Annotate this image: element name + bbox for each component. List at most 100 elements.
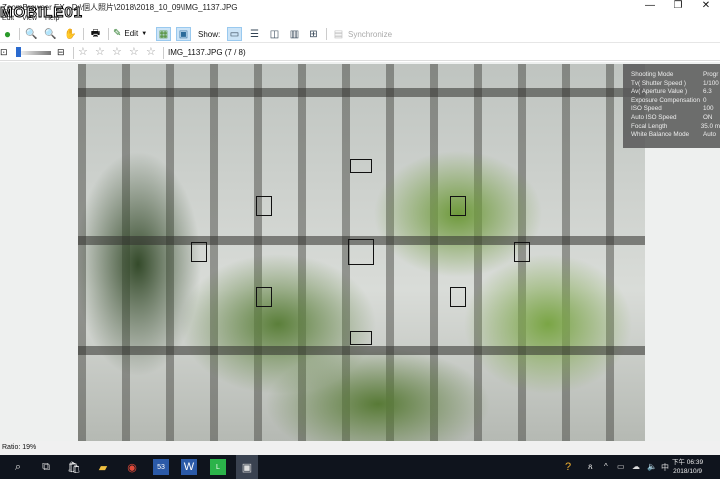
info-row: Focal Length 35.0 m [631, 123, 720, 132]
menu-help[interactable]: Help [45, 15, 59, 22]
store-icon[interactable]: 🛍 [66, 459, 82, 475]
layout-two-column-icon[interactable]: ◫ [267, 27, 282, 41]
zoom-slider-track[interactable] [21, 51, 51, 55]
ime-indicator[interactable]: 中 [661, 462, 669, 473]
af-point [256, 196, 272, 216]
layout-horizontal-icon[interactable]: ☰ [247, 27, 262, 41]
task-view-icon[interactable]: ⧉ [38, 459, 54, 475]
chevron-up-icon[interactable]: ^ [604, 462, 608, 471]
line-icon[interactable]: L [210, 459, 226, 475]
info-value: 100 [703, 105, 714, 113]
menu-bar: Edit View Help [0, 15, 720, 25]
maximize-button[interactable]: ❐ [664, 0, 692, 14]
separator [163, 47, 164, 59]
layout-single-icon[interactable]: ▭ [227, 27, 242, 41]
separator [326, 28, 327, 40]
file-label: IMG_1137.JPG (7 / 8) [168, 48, 246, 57]
app-badge: 53 [157, 463, 165, 471]
chrome-icon[interactable]: ◉ [124, 459, 140, 475]
zoombrowser-icon[interactable]: ▣ [236, 455, 258, 479]
secondary-toolbar: ⊡ ⊟ ☆ ☆ ☆ ☆ ☆ IMG_1137.JPG (7 / 8) [0, 44, 720, 61]
info-value: Progr [703, 71, 719, 78]
info-key: Shooting Mode [631, 71, 674, 78]
menu-edit[interactable]: Edit [2, 15, 14, 22]
info-value: ON [703, 113, 713, 121]
rating-star-5[interactable]: ☆ [146, 45, 156, 58]
zoom-fit-icon[interactable]: ⊡ [0, 47, 8, 58]
close-button[interactable]: ✕ [692, 0, 720, 14]
onedrive-icon[interactable]: ☁ [632, 462, 640, 471]
info-row: Tv( Shutter Speed ) 1/100 [631, 80, 720, 89]
separator [73, 47, 74, 59]
tablet-icon[interactable]: ▭ [617, 462, 625, 471]
layout-quad-icon[interactable]: ⊞ [306, 27, 321, 41]
edit-button[interactable]: ✎ Edit ▼ [113, 28, 147, 39]
hand-icon[interactable]: ✋ [63, 27, 78, 41]
layout-three-column-icon[interactable]: ▥ [287, 27, 302, 41]
info-key: White Balance Mode [631, 131, 690, 139]
af-point-center [348, 239, 374, 265]
fence-bar [78, 88, 645, 97]
edit-icon: ✎ [113, 28, 122, 39]
rating-star-1[interactable]: ☆ [78, 45, 88, 58]
view-mode-compare-icon[interactable]: ▦ [156, 27, 171, 41]
shooting-info-panel: Shooting Mode Progr Tv( Shutter Speed ) 1/… [623, 64, 720, 148]
af-point [350, 331, 372, 345]
info-row: ISO Speed 100 [631, 105, 720, 114]
edit-label: Edit [124, 29, 139, 38]
clock-date: 2018/10/9 [673, 468, 702, 475]
info-row: Auto ISO Speed ON [631, 114, 720, 123]
view-mode-single-icon[interactable]: ▣ [176, 27, 191, 41]
af-point [450, 196, 466, 216]
status-bar: Ratio: 19% [0, 441, 720, 455]
info-value: 1/100 [703, 79, 719, 87]
info-key: ISO Speed [631, 105, 662, 113]
volume-icon[interactable]: 🔈 [647, 462, 657, 471]
af-point [350, 159, 372, 173]
people-icon[interactable]: ጸ [588, 462, 593, 472]
go-icon[interactable]: ● [0, 27, 15, 41]
photo [78, 64, 645, 441]
info-key: Exposure Compensation [631, 96, 700, 104]
word-icon[interactable]: W [181, 459, 197, 475]
actual-size-icon[interactable]: ⊟ [57, 47, 65, 58]
separator [108, 28, 109, 40]
af-point [256, 287, 272, 307]
main-toolbar: ● 🔍 🔍 ✋ 🖶 ✎ Edit ▼ ▦ ▣ Show: ▭ ☰ ◫ ▥ ⊞ ▤… [0, 25, 720, 43]
minimize-button[interactable]: — [636, 0, 664, 14]
file-explorer-icon[interactable]: ▰ [95, 459, 111, 475]
info-value: Auto [703, 131, 716, 139]
info-row: Shooting Mode Progr [631, 71, 720, 80]
rating-star-3[interactable]: ☆ [112, 45, 122, 58]
app-icon[interactable]: 53 [153, 459, 169, 475]
title-bar: ZoomBrowser EX - D:\個人照片\2018\2018_10_09… [0, 0, 720, 22]
fence-bar [78, 346, 645, 355]
search-icon[interactable]: ⌕ [10, 459, 26, 475]
help-icon[interactable]: ? [560, 459, 576, 475]
rating-star-4[interactable]: ☆ [129, 45, 139, 58]
info-key: Focal Length [631, 122, 668, 130]
af-point [450, 287, 466, 307]
info-row: Av( Aperture Value ) 6.3 [631, 88, 720, 97]
chevron-down-icon: ▼ [141, 30, 148, 37]
info-key: Auto ISO Speed [631, 113, 677, 121]
synchronize-button[interactable]: Synchronize [348, 30, 392, 39]
clock-time: 下午 06:39 [672, 459, 704, 466]
info-row: Exposure Compensation 0 [631, 97, 720, 106]
taskbar: ⌕ ⧉ 🛍 ▰ ◉ 53 W L ▣ ? ጸ ^ ▭ ☁ 🔈 中 下午 06:3… [0, 455, 720, 479]
info-row: White Balance Mode Auto [631, 131, 720, 140]
rating-star-2[interactable]: ☆ [95, 45, 105, 58]
separator [83, 28, 84, 40]
separator [19, 28, 20, 40]
info-key: Tv( Shutter Speed ) [631, 79, 686, 87]
zoom-in-icon[interactable]: 🔍 [24, 27, 39, 41]
info-key: Av( Aperture Value ) [631, 88, 688, 96]
zoom-out-icon[interactable]: 🔍 [43, 27, 58, 41]
menu-view[interactable]: View [22, 15, 37, 22]
info-value: 35.0 m [700, 122, 720, 130]
show-label: Show: [198, 30, 221, 39]
af-point [191, 242, 207, 262]
print-icon[interactable]: 🖶 [88, 27, 103, 41]
info-value: 6.3 [703, 88, 712, 96]
clock[interactable]: 下午 06:39 2018/10/9 [672, 458, 703, 476]
